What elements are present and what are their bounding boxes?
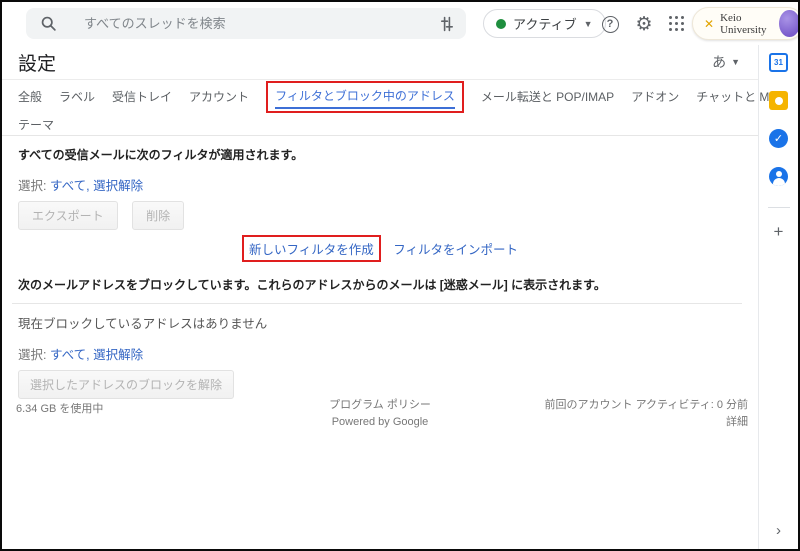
delete-button[interactable]: 削除 — [132, 201, 184, 230]
select-none-link[interactable]: 選択解除 — [93, 348, 143, 362]
blocked-select-line: 選択: すべて, 選択解除 — [18, 344, 742, 363]
organization-name: Keio University — [720, 12, 773, 36]
tab-accounts[interactable]: アカウント — [189, 88, 249, 105]
status-label: アクティブ — [513, 14, 577, 33]
settings-content: 設定 あ ▼ 全般 ラベル 受信トレイ アカウント フィルタとブロック中のアドレ… — [2, 45, 758, 549]
tab-general[interactable]: 全般 — [18, 88, 42, 105]
annotation-box-active-tab: フィルタとブロック中のアドレス — [266, 81, 464, 113]
blocked-heading: 次のメールアドレスをブロックしています。これらのアドレスからのメールは [迷惑メ… — [18, 276, 742, 293]
hide-panel-chevron-icon[interactable]: › — [759, 522, 798, 539]
select-all-link[interactable]: すべて, — [50, 348, 90, 362]
export-button[interactable]: エクスポート — [18, 201, 118, 230]
get-addons-button[interactable]: + — [774, 222, 784, 242]
blocked-section: 次のメールアドレスをブロックしています。これらのアドレスからのメールは [迷惑メ… — [2, 276, 758, 399]
import-filter-link[interactable]: フィルタをインポート — [393, 243, 518, 257]
search-input[interactable] — [84, 16, 428, 31]
program-policies-link[interactable]: プログラム ポリシー — [329, 399, 431, 411]
filter-links-row: 新しいフィルタを作成 フィルタをインポート — [18, 235, 742, 262]
active-status-dot — [496, 19, 506, 29]
blocked-body: 現在ブロックしているアドレスはありません 選択: すべて, 選択解除 選択したア… — [12, 303, 742, 399]
search-bar[interactable] — [26, 8, 466, 39]
create-filter-link[interactable]: 新しいフィルタを作成 — [249, 243, 374, 257]
contacts-icon[interactable] — [769, 167, 788, 186]
select-none-link[interactable]: 選択解除 — [93, 179, 143, 193]
tab-addons[interactable]: アドオン — [631, 88, 679, 105]
calendar-icon[interactable]: 31 — [769, 53, 788, 72]
search-options-icon[interactable] — [428, 16, 466, 32]
page-title: 設定 — [18, 49, 56, 76]
account-badge[interactable]: ✕ Keio University — [692, 7, 800, 40]
activity-details-link[interactable]: 詳細 — [726, 416, 748, 428]
top-bar: アクティブ ▼ ? ⚙ ✕ Keio University — [2, 2, 798, 45]
filters-section: すべての受信メールに次のフィルタが適用されます。 選択: すべて, 選択解除 エ… — [2, 146, 758, 262]
tab-forwarding-pop-imap[interactable]: メール転送と POP/IMAP — [481, 88, 614, 105]
select-label: 選択: — [18, 179, 46, 193]
annotation-box-create-filter: 新しいフィルタを作成 — [242, 235, 381, 262]
keep-icon[interactable] — [769, 91, 788, 110]
settings-tabs: 全般 ラベル 受信トレイ アカウント フィルタとブロック中のアドレス メール転送… — [2, 80, 758, 136]
tab-inbox[interactable]: 受信トレイ — [112, 88, 172, 105]
help-icon: ? — [602, 16, 619, 33]
tab-themes[interactable]: テーマ — [18, 116, 54, 133]
keio-logo-icon: ✕ — [704, 17, 714, 31]
tab-filters-blocked[interactable]: フィルタとブロック中のアドレス — [275, 87, 455, 109]
chevron-down-icon: ▼ — [731, 57, 740, 67]
tabs-row-1: 全般 ラベル 受信トレイ アカウント フィルタとブロック中のアドレス メール転送… — [18, 80, 758, 113]
last-account-activity: 前回のアカウント アクティビティ: 0 分前 — [545, 397, 748, 414]
gear-icon: ⚙ — [635, 13, 652, 36]
select-label: 選択: — [18, 348, 46, 362]
input-tools-label: あ — [712, 52, 726, 72]
keep-bulb-icon — [775, 97, 783, 105]
apps-grid-icon — [669, 16, 685, 32]
main-area: 設定 あ ▼ 全般 ラベル 受信トレイ アカウント フィルタとブロック中のアドレ… — [2, 45, 798, 549]
google-apps-button[interactable] — [663, 10, 691, 38]
footer-right: 前回のアカウント アクティビティ: 0 分前 詳細 — [545, 397, 748, 431]
tab-labels[interactable]: ラベル — [59, 88, 95, 105]
chevron-down-icon: ▼ — [584, 19, 593, 29]
search-icon[interactable] — [26, 15, 70, 32]
help-button[interactable]: ? — [596, 10, 624, 38]
unblock-button[interactable]: 選択したアドレスのブロックを解除 — [18, 370, 234, 399]
settings-title-row: 設定 あ ▼ — [2, 45, 758, 80]
settings-gear-button[interactable]: ⚙ — [630, 10, 658, 38]
side-panel: 31 ✓ + › — [758, 45, 798, 549]
filters-heading: すべての受信メールに次のフィルタが適用されます。 — [18, 146, 742, 163]
filters-actions: エクスポート 削除 — [18, 194, 742, 230]
tasks-icon[interactable]: ✓ — [769, 129, 788, 148]
select-all-link[interactable]: すべて, — [50, 179, 90, 193]
filters-select-line: 選択: すべて, 選択解除 — [18, 175, 742, 194]
side-panel-divider — [768, 207, 790, 208]
contact-head — [776, 171, 782, 177]
blocked-empty-message: 現在ブロックしているアドレスはありません — [18, 313, 742, 332]
avatar[interactable] — [779, 10, 799, 37]
input-tools-toggle[interactable]: あ ▼ — [712, 52, 740, 72]
status-selector[interactable]: アクティブ ▼ — [483, 9, 606, 38]
tabs-row-2: テーマ — [18, 113, 758, 135]
contact-body — [773, 178, 785, 186]
gmail-settings-window: アクティブ ▼ ? ⚙ ✕ Keio University 設定 あ ▼ — [0, 0, 800, 551]
